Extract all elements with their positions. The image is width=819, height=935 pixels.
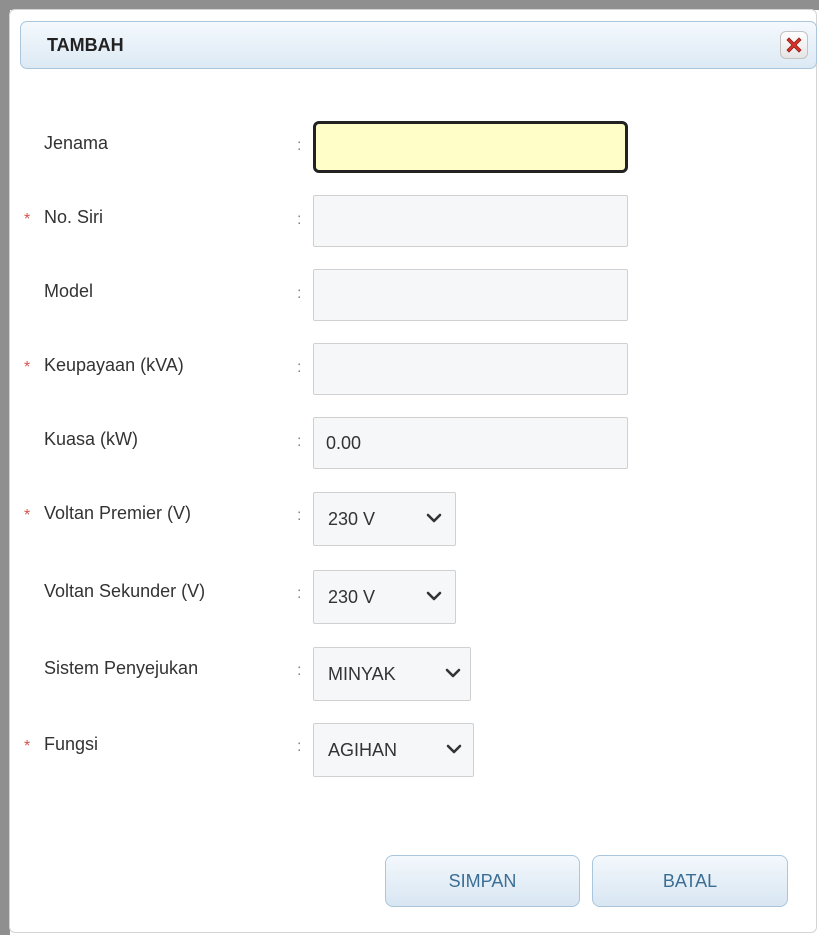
- voltan-sekunder-select[interactable]: 230 V: [313, 570, 456, 624]
- field-row-sistem-penyejukan: Sistem Penyejukan : MINYAK: [10, 647, 818, 710]
- fungsi-select[interactable]: AGIHAN: [313, 723, 474, 777]
- field-separator: :: [297, 507, 302, 524]
- model-input[interactable]: [313, 269, 628, 321]
- field-label-voltan-sekunder: Voltan Sekunder (V): [44, 581, 206, 601]
- field-separator: :: [297, 359, 302, 376]
- field-row-no-siri: * No. Siri :: [10, 195, 818, 259]
- select-value: MINYAK: [328, 664, 396, 684]
- close-button[interactable]: [780, 31, 808, 59]
- required-marker: *: [24, 738, 31, 755]
- voltan-premier-select[interactable]: 230 V: [313, 492, 456, 546]
- required-marker: *: [24, 359, 31, 376]
- field-label-model: Model: [44, 281, 94, 301]
- field-separator: :: [297, 662, 302, 679]
- field-label-no-siri: No. Siri: [44, 207, 104, 227]
- field-separator: :: [297, 433, 302, 450]
- select-value: AGIHAN: [328, 740, 398, 760]
- close-x-icon: [786, 37, 802, 53]
- keupayaan-input[interactable]: [313, 343, 628, 395]
- sistem-penyejukan-select[interactable]: MINYAK: [313, 647, 471, 701]
- no-siri-input[interactable]: [313, 195, 628, 247]
- chevron-down-icon: [445, 668, 461, 678]
- chevron-down-icon: [446, 744, 462, 754]
- field-row-model: Model :: [10, 269, 818, 333]
- field-row-jenama: Jenama :: [10, 121, 818, 185]
- field-label-voltan-premier: Voltan Premier (V): [44, 503, 192, 523]
- field-row-fungsi: * Fungsi : AGIHAN: [10, 723, 818, 786]
- jenama-input[interactable]: [313, 121, 628, 173]
- field-label-jenama: Jenama: [44, 133, 109, 153]
- required-marker: *: [24, 211, 31, 228]
- field-row-keupayaan: * Keupayaan (kVA) :: [10, 343, 818, 407]
- chevron-down-icon: [426, 591, 442, 601]
- save-button[interactable]: SIMPAN: [385, 855, 580, 907]
- required-marker: *: [24, 507, 31, 524]
- field-separator: :: [297, 211, 302, 228]
- field-row-voltan-sekunder: Voltan Sekunder (V) : 230 V: [10, 570, 818, 633]
- chevron-down-icon: [426, 513, 442, 523]
- field-separator: :: [297, 285, 302, 302]
- cancel-button[interactable]: BATAL: [592, 855, 788, 907]
- field-separator: :: [297, 585, 302, 602]
- field-label-kuasa: Kuasa (kW): [44, 429, 139, 449]
- field-separator: :: [297, 137, 302, 154]
- dialog-title-bar: TAMBAH: [20, 21, 817, 69]
- field-label-sistem-penyejukan: Sistem Penyejukan: [44, 658, 199, 678]
- add-dialog: TAMBAH Jenama : * No. Siri : Model : * K…: [9, 9, 817, 933]
- field-row-voltan-premier: * Voltan Premier (V) : 230 V: [10, 492, 818, 555]
- select-value: 230 V: [328, 587, 376, 607]
- field-row-kuasa: Kuasa (kW) :: [10, 417, 818, 481]
- field-label-fungsi: Fungsi: [44, 734, 99, 754]
- field-label-keupayaan: Keupayaan (kVA): [44, 355, 184, 375]
- dialog-title: TAMBAH: [47, 35, 124, 55]
- kuasa-input[interactable]: [313, 417, 628, 469]
- field-separator: :: [297, 738, 302, 755]
- select-value: 230 V: [328, 509, 376, 529]
